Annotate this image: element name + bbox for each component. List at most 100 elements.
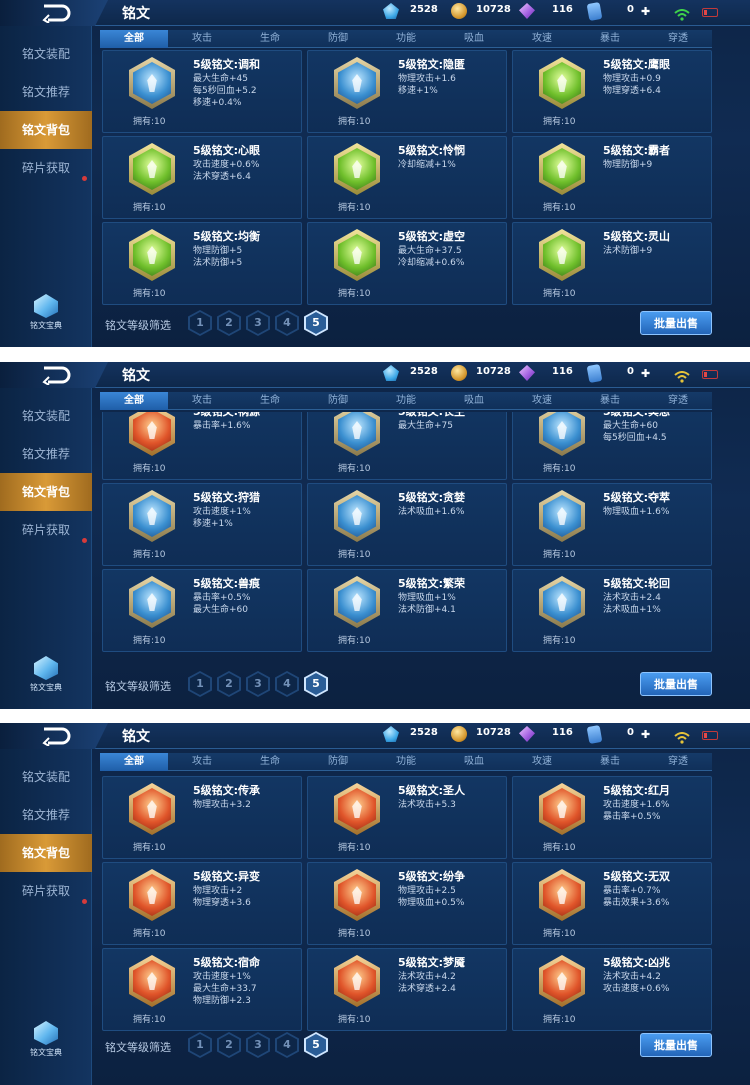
tab[interactable]: 防御 xyxy=(304,392,372,410)
tab[interactable]: 攻击 xyxy=(168,30,236,48)
inscription-card[interactable]: 5级铭文:夺萃 物理吸血+1.6% 拥有:10 xyxy=(512,483,712,566)
tab[interactable]: 防御 xyxy=(304,30,372,48)
tab[interactable]: 功能 xyxy=(372,30,440,48)
sidebar-item[interactable]: 铭文推荐 xyxy=(0,435,92,473)
tab[interactable]: 攻速 xyxy=(508,392,576,410)
tab[interactable]: 功能 xyxy=(372,392,440,410)
inscription-card[interactable]: 5级铭文:宿命 攻击速度+1% 最大生命+33.7 物理防御+2.3 拥有:10 xyxy=(102,948,302,1031)
inscription-card[interactable]: 5级铭文:虚空 最大生命+37.5 冷却缩减+0.6% 拥有:10 xyxy=(307,222,507,305)
tab[interactable]: 暴击 xyxy=(576,753,644,771)
sidebar-item[interactable]: 铭文推荐 xyxy=(0,73,92,111)
sidebar-item[interactable]: 铭文推荐 xyxy=(0,796,92,834)
inscription-icon xyxy=(334,869,380,921)
sidebar-item[interactable]: 铭文装配 xyxy=(0,758,92,796)
tab[interactable]: 暴击 xyxy=(576,392,644,410)
sidebar-item[interactable]: 铭文背包 xyxy=(0,111,92,149)
codex-button[interactable]: 铭文宝典 xyxy=(28,656,64,693)
inscription-card[interactable]: 5级铭文:心眼 攻击速度+0.6% 法术穿透+6.4 拥有:10 xyxy=(102,136,302,219)
level-number: 5 xyxy=(312,1038,320,1051)
inscription-card[interactable]: 5级铭文:霸者 物理防御+9 拥有:10 xyxy=(512,136,712,219)
sidebar-item[interactable]: 碎片获取 xyxy=(0,511,92,549)
inscription-card[interactable]: 5级铭文:均衡 物理防御+5 法术防御+5 拥有:10 xyxy=(102,222,302,305)
tab[interactable]: 吸血 xyxy=(440,30,508,48)
gold-icon xyxy=(451,3,467,19)
tab[interactable]: 生命 xyxy=(236,753,304,771)
batch-sell-button[interactable]: 批量出售 xyxy=(640,1033,712,1057)
inscription-card[interactable]: 5级铭文:梦魇 法术攻击+4.2 法术穿透+2.4 拥有:10 xyxy=(307,948,507,1031)
inscription-card[interactable]: 5级铭文:狩猎 攻击速度+1% 移速+1% 拥有:10 xyxy=(102,483,302,566)
level-filter-button[interactable]: 3 xyxy=(246,310,270,336)
inscription-card[interactable]: 5级铭文:怜悯 冷却缩减+1% 拥有:10 xyxy=(307,136,507,219)
inscription-card[interactable]: 5级铭文:长生最大生命+75 拥有:10 xyxy=(307,412,507,480)
codex-button[interactable]: 铭文宝典 xyxy=(28,1021,64,1058)
batch-sell-button[interactable]: 批量出售 xyxy=(640,311,712,335)
tab[interactable]: 防御 xyxy=(304,753,372,771)
tab[interactable]: 全部 xyxy=(100,753,168,771)
back-button[interactable] xyxy=(0,0,108,26)
tab[interactable]: 暴击 xyxy=(576,30,644,48)
inscription-icon xyxy=(334,783,380,835)
inscription-card[interactable]: 5级铭文:兽痕 暴击率+0.5% 最大生命+60 拥有:10 xyxy=(102,569,302,652)
add-card-button[interactable]: ✚ xyxy=(641,5,650,19)
sidebar-item[interactable]: 铭文背包 xyxy=(0,834,92,872)
back-button[interactable] xyxy=(0,723,108,749)
tab[interactable]: 全部 xyxy=(100,30,168,48)
inscription-card[interactable]: 5级铭文:无双 暴击率+0.7% 暴击效果+3.6% 拥有:10 xyxy=(512,862,712,945)
inscription-card[interactable]: 5级铭文:冥想最大生命+60 每5秒回血+4.5 拥有:10 xyxy=(512,412,712,480)
inscription-card[interactable]: 5级铭文:灵山 法术防御+9 拥有:10 xyxy=(512,222,712,305)
batch-sell-button[interactable]: 批量出售 xyxy=(640,672,712,696)
inscription-card[interactable]: 5级铭文:隐匿 物理攻击+1.6 移速+1% 拥有:10 xyxy=(307,50,507,133)
level-filter-button[interactable]: 5 xyxy=(304,671,328,697)
tab[interactable]: 穿透 xyxy=(644,392,712,410)
level-number: 3 xyxy=(254,677,262,690)
add-card-button[interactable]: ✚ xyxy=(641,728,650,742)
tab[interactable]: 攻速 xyxy=(508,30,576,48)
level-filter-button[interactable]: 1 xyxy=(188,310,212,336)
inscription-attribute: 法术攻击+2.4 xyxy=(603,593,661,603)
tab[interactable]: 攻速 xyxy=(508,753,576,771)
codex-button[interactable]: 铭文宝典 xyxy=(28,294,64,331)
add-card-button[interactable]: ✚ xyxy=(641,367,650,381)
inscription-icon xyxy=(539,869,585,921)
inscription-card[interactable]: 5级铭文:红月 攻击速度+1.6% 暴击率+0.5% 拥有:10 xyxy=(512,776,712,859)
inscription-icon xyxy=(334,229,380,281)
inscription-card[interactable]: 5级铭文:凶兆 法术攻击+4.2 攻击速度+0.6% 拥有:10 xyxy=(512,948,712,1031)
tab[interactable]: 吸血 xyxy=(440,753,508,771)
inscription-icon xyxy=(334,57,380,109)
back-button[interactable] xyxy=(0,362,108,388)
level-number: 3 xyxy=(254,1038,262,1051)
tab[interactable]: 穿透 xyxy=(644,753,712,771)
level-filter-button[interactable]: 1 xyxy=(188,671,212,697)
inscription-card[interactable]: 5级铭文:圣人 法术攻击+5.3 拥有:10 xyxy=(307,776,507,859)
tab[interactable]: 功能 xyxy=(372,753,440,771)
inscription-card[interactable]: 5级铭文:祸源暴击率+1.6% 拥有:10 xyxy=(102,412,302,480)
level-filter-button[interactable]: 3 xyxy=(246,671,270,697)
inscription-card[interactable]: 5级铭文:贪婪 法术吸血+1.6% 拥有:10 xyxy=(307,483,507,566)
inscription-card[interactable]: 5级铭文:纷争 物理攻击+2.5 物理吸血+0.5% 拥有:10 xyxy=(307,862,507,945)
level-filter-button[interactable]: 4 xyxy=(275,671,299,697)
sidebar-item[interactable]: 铭文装配 xyxy=(0,397,92,435)
inscription-card[interactable]: 5级铭文:异变 物理攻击+2 物理穿透+3.6 拥有:10 xyxy=(102,862,302,945)
inscription-icon xyxy=(129,229,175,281)
level-filter-button[interactable]: 4 xyxy=(275,310,299,336)
tab[interactable]: 生命 xyxy=(236,392,304,410)
sidebar-item[interactable]: 铭文背包 xyxy=(0,473,92,511)
tab[interactable]: 攻击 xyxy=(168,753,236,771)
inscription-card[interactable]: 5级铭文:调和 最大生命+45 每5秒回血+5.2 移速+0.4% 拥有:10 xyxy=(102,50,302,133)
tab[interactable]: 攻击 xyxy=(168,392,236,410)
inscription-card[interactable]: 5级铭文:轮回 法术攻击+2.4 法术吸血+1% 拥有:10 xyxy=(512,569,712,652)
sidebar-item[interactable]: 铭文装配 xyxy=(0,35,92,73)
inscription-card[interactable]: 5级铭文:鹰眼 物理攻击+0.9 物理穿透+6.4 拥有:10 xyxy=(512,50,712,133)
tab[interactable]: 全部 xyxy=(100,392,168,410)
level-filter-button[interactable]: 2 xyxy=(217,310,241,336)
tab[interactable]: 生命 xyxy=(236,30,304,48)
level-filter-button[interactable]: 2 xyxy=(217,671,241,697)
tab[interactable]: 穿透 xyxy=(644,30,712,48)
sidebar: 铭文装配 铭文推荐 铭文背包 碎片获取铭文宝典 xyxy=(0,749,92,1085)
sidebar-item[interactable]: 碎片获取 xyxy=(0,149,92,187)
sidebar-item[interactable]: 碎片获取 xyxy=(0,872,92,910)
tab[interactable]: 吸血 xyxy=(440,392,508,410)
level-filter-button[interactable]: 5 xyxy=(304,310,328,336)
inscription-card[interactable]: 5级铭文:传承 物理攻击+3.2 拥有:10 xyxy=(102,776,302,859)
inscription-card[interactable]: 5级铭文:繁荣 物理吸血+1% 法术防御+4.1 拥有:10 xyxy=(307,569,507,652)
